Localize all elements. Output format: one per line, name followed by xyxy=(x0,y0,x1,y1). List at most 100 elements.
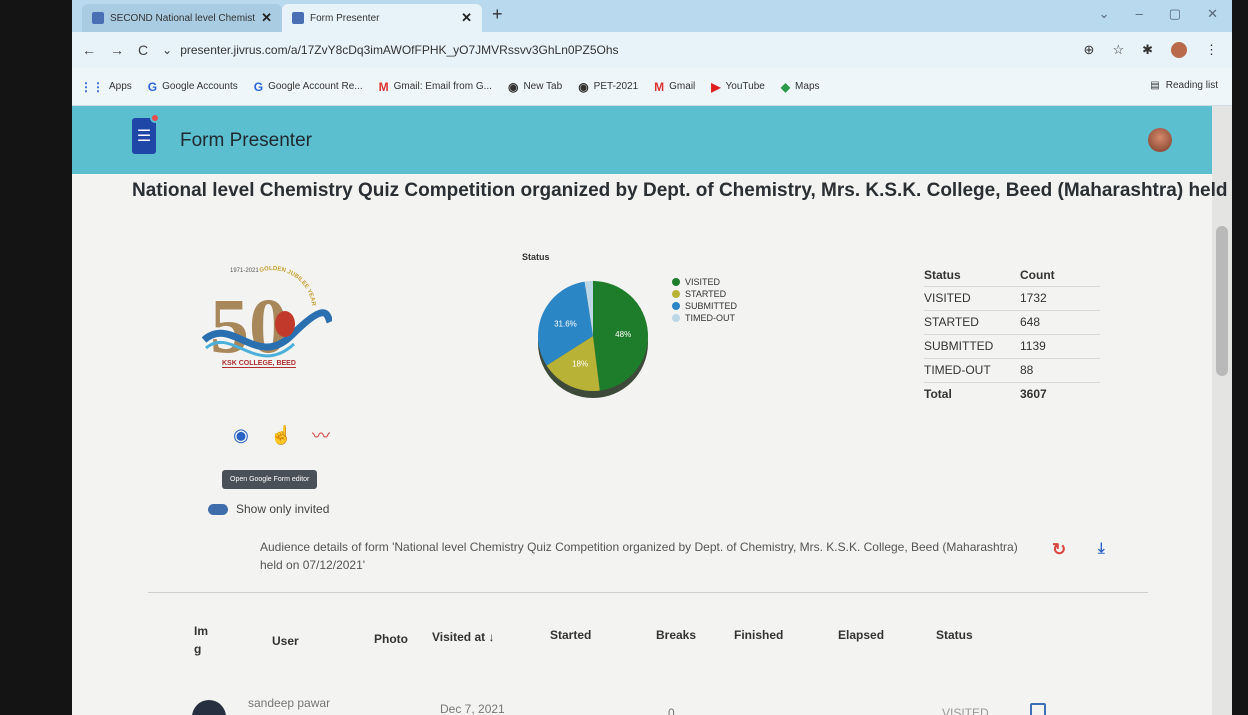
maximize-icon[interactable]: ▢ xyxy=(1169,6,1181,22)
browser-tabstrip: SECOND National level Chemist ✕ Form Pre… xyxy=(72,0,1232,32)
download-icon[interactable]: ⤓ xyxy=(1098,540,1105,557)
legend-swatch xyxy=(672,290,680,298)
tab-chemistry[interactable]: SECOND National level Chemist ✕ xyxy=(82,4,282,32)
apps-icon: ⋮⋮ xyxy=(80,79,104,94)
bookmarks-bar: ⋮⋮ Apps G Google Accounts G Google Account … xyxy=(72,68,1232,106)
bookmark-star-icon[interactable]: ☆ xyxy=(1112,42,1124,58)
count-cell: 1139 xyxy=(1020,333,1100,358)
column-photo[interactable]: Photo xyxy=(374,632,408,646)
google-icon: G xyxy=(253,79,264,94)
column-user[interactable]: User xyxy=(272,634,299,648)
tab-label: SECOND National level Chemist xyxy=(110,12,256,24)
legend-swatch xyxy=(672,302,680,310)
close-tab-icon[interactable]: ✕ xyxy=(261,10,272,26)
pie-slice-label: 48% xyxy=(615,330,631,339)
minimize-icon[interactable]: – xyxy=(1136,6,1143,22)
maps-icon: ◆ xyxy=(780,79,791,94)
show-only-invited-toggle[interactable]: Show only invited xyxy=(208,502,329,516)
close-tab-icon[interactable]: ✕ xyxy=(461,10,472,26)
bookmark-google-accounts[interactable]: G Google Accounts xyxy=(148,80,238,94)
column-started[interactable]: Started xyxy=(550,628,591,642)
tab-form-presenter[interactable]: Form Presenter ✕ xyxy=(282,4,482,32)
row-user: sandeep pawar xyxy=(248,696,331,710)
install-icon[interactable]: ⊕ xyxy=(1084,42,1095,58)
window-controls: ⌄ – ▢ ✕ xyxy=(1099,6,1218,22)
logo-caption: KSK COLLEGE, BEED xyxy=(222,360,296,368)
count-header: Count xyxy=(1020,267,1055,282)
tab-search-icon[interactable]: ⌄ xyxy=(1099,6,1110,22)
column-status[interactable]: Status xyxy=(936,628,973,642)
column-img[interactable]: Im g xyxy=(194,622,214,658)
globe-icon: ◉ xyxy=(578,79,589,94)
column-visited-at[interactable]: Visited at ↓ xyxy=(432,630,494,644)
bookmark-gmail-email[interactable]: M Gmail: Email from G... xyxy=(379,80,492,94)
scrollbar-thumb[interactable] xyxy=(1216,226,1228,376)
column-elapsed[interactable]: Elapsed xyxy=(838,628,884,642)
status-table: Status Count VISITED 1732 STARTED 648 SUBM… xyxy=(924,264,1100,406)
back-icon[interactable]: ← xyxy=(82,42,96,58)
bookmark-maps[interactable]: ◆ Maps xyxy=(781,80,820,94)
avatar xyxy=(192,700,226,715)
page-title: National level Chemistry Quiz Competitio… xyxy=(132,180,1232,201)
status-cell: TIMED-OUT xyxy=(924,357,1020,382)
row-action-icon[interactable] xyxy=(1030,703,1046,715)
hand-pointer-icon[interactable]: ☝ xyxy=(270,425,292,446)
legend-label: VISITED xyxy=(685,277,721,287)
bookmark-new-tab[interactable]: ◉ New Tab xyxy=(508,80,562,94)
legend-item[interactable]: STARTED xyxy=(672,288,737,300)
youtube-icon: ▶ xyxy=(711,79,721,94)
divider xyxy=(148,592,1148,593)
column-finished[interactable]: Finished xyxy=(734,628,783,642)
count-cell: 648 xyxy=(1020,309,1100,334)
column-breaks[interactable]: Breaks xyxy=(656,628,696,642)
bookmark-gmail[interactable]: M Gmail xyxy=(654,80,695,94)
bookmark-google-account-re[interactable]: G Google Account Re... xyxy=(254,80,363,94)
tooltip: Open Google Form editor xyxy=(222,470,318,489)
legend-item[interactable]: VISITED xyxy=(672,276,737,288)
user-avatar[interactable] xyxy=(1148,128,1172,152)
site-info-icon[interactable]: ⌄ xyxy=(162,43,172,57)
close-window-icon[interactable]: ✕ xyxy=(1207,6,1218,22)
new-tab-button[interactable]: + xyxy=(492,4,503,25)
google-icon: G xyxy=(147,79,158,94)
bookmark-pet-2021[interactable]: ◉ PET-2021 xyxy=(578,80,638,94)
trend-line-icon[interactable]: 〰 xyxy=(310,422,332,448)
total-row: Total 3607 xyxy=(924,381,1100,406)
form-presenter-favicon-icon xyxy=(292,12,304,24)
address-bar-row: ← → C ⌄ presenter.jivrus.com/a/17ZvY8cDq… xyxy=(72,32,1232,68)
gmail-icon: M xyxy=(654,79,665,94)
status-pie-chart: 48% 18% 31.6% xyxy=(538,281,648,398)
profile-avatar[interactable] xyxy=(1171,42,1187,58)
tab-label: Form Presenter xyxy=(310,12,380,24)
app-title: Form Presenter xyxy=(180,130,312,151)
legend-item[interactable]: TIMED-OUT xyxy=(672,312,737,324)
sheets-favicon-icon xyxy=(92,12,104,24)
view-eye-icon[interactable]: ◉ xyxy=(230,425,252,446)
status-cell: SUBMITTED xyxy=(924,333,1020,358)
status-cell: STARTED xyxy=(924,309,1020,334)
bookmark-youtube[interactable]: ▶ YouTube xyxy=(711,80,765,94)
form-presenter-logo-icon: ☰ xyxy=(132,113,160,154)
logo-badge xyxy=(150,113,160,123)
status-cell: VISITED xyxy=(924,285,1020,310)
refresh-icon[interactable]: ↻ xyxy=(1052,540,1066,560)
count-cell: 1732 xyxy=(1020,285,1100,310)
legend-item[interactable]: SUBMITTED xyxy=(672,300,737,312)
legend-label: STARTED xyxy=(685,289,727,299)
row-visited-at: Dec 7, 2021 xyxy=(440,702,505,715)
bookmark-apps[interactable]: ⋮⋮ Apps xyxy=(80,80,132,94)
college-logo: 1971-2021 GOLDEN JUBILEE YEAR 50 xyxy=(202,266,332,369)
table-row: STARTED 648 xyxy=(924,309,1100,334)
menu-icon[interactable]: ⋮ xyxy=(1205,42,1218,58)
app-header: ☰ Form Presenter xyxy=(72,106,1212,174)
forward-icon[interactable]: → xyxy=(110,42,124,58)
form-actions: ◉ ☝ 〰 xyxy=(230,422,332,448)
extensions-icon[interactable]: ✱ xyxy=(1142,42,1153,58)
reading-list-button[interactable]: ▤ Reading list xyxy=(1150,80,1218,91)
toggle-switch[interactable] xyxy=(208,503,228,515)
url-field[interactable]: ⌄ presenter.jivrus.com/a/17ZvY8cDq3imAWO… xyxy=(162,43,618,57)
legend-label: SUBMITTED xyxy=(685,301,738,311)
total-value: 3607 xyxy=(1020,381,1100,406)
reload-icon[interactable]: C xyxy=(138,42,148,58)
audience-details-text: Audience details of form 'National level… xyxy=(260,540,1018,572)
